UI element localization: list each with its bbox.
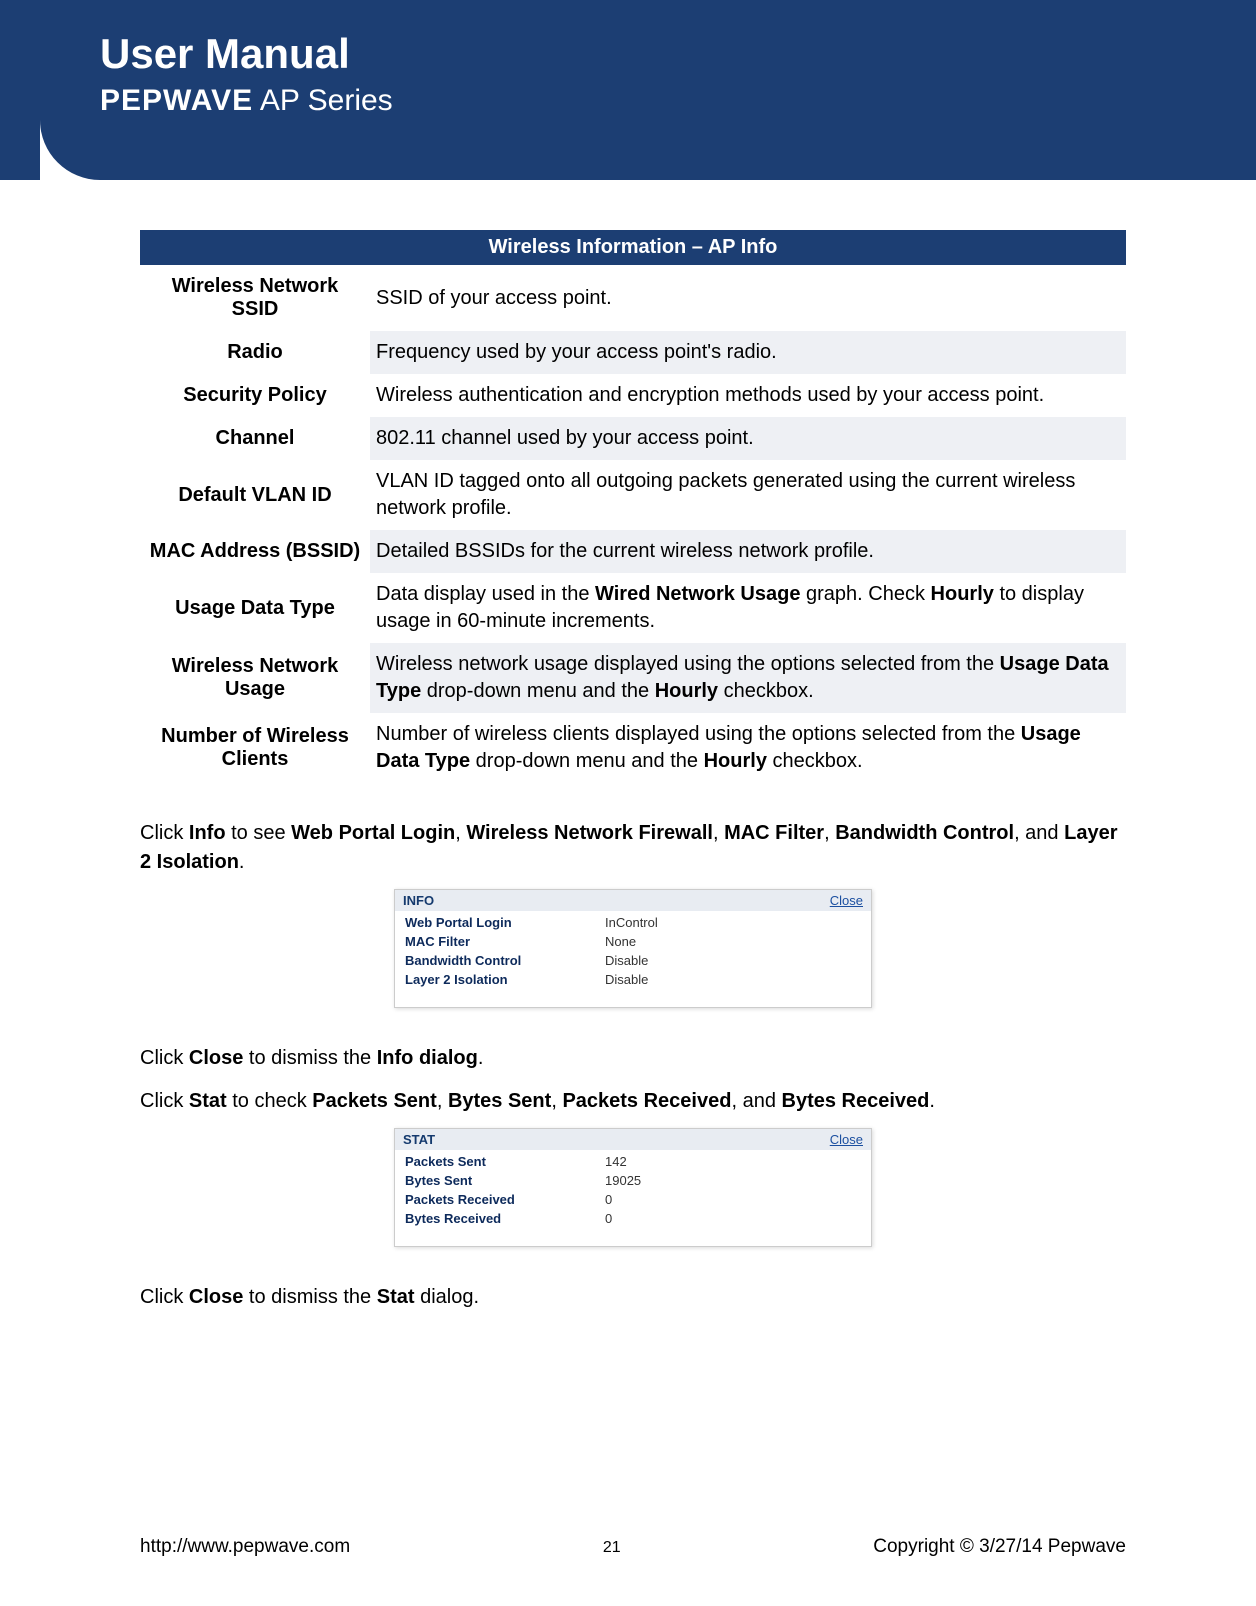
stat-dialog: STAT Close Packets Sent142Bytes Sent1902…: [394, 1128, 872, 1247]
row-label: Number of Wireless Clients: [140, 713, 370, 783]
paragraph-close-info: Click Close to dismiss the Info dialog.: [140, 1044, 1126, 1073]
table-row: Security PolicyWireless authentication a…: [140, 374, 1126, 417]
page-number: 21: [603, 1539, 621, 1557]
stat-dialog-body: Packets Sent142Bytes Sent19025Packets Re…: [395, 1150, 871, 1246]
paragraph-stat-intro: Click Stat to check Packets Sent, Bytes …: [140, 1087, 1126, 1116]
dialog-key: Packets Sent: [405, 1154, 605, 1169]
row-desc: Number of wireless clients displayed usi…: [370, 713, 1126, 783]
footer-copyright: Copyright © 3/27/14 Pepwave: [873, 1536, 1126, 1558]
dialog-row: Bandwidth ControlDisable: [395, 951, 871, 970]
dialog-key: Layer 2 Isolation: [405, 972, 605, 987]
table-row: Wireless Network UsageWireless network u…: [140, 643, 1126, 713]
dialog-key: Bytes Received: [405, 1211, 605, 1226]
dialog-value: 0: [605, 1192, 612, 1207]
row-label: Security Policy: [140, 374, 370, 417]
table-row: Usage Data TypeData display used in the …: [140, 573, 1126, 643]
brand-name: PEPWAVE: [100, 84, 253, 117]
dialog-value: 142: [605, 1154, 627, 1169]
row-desc: VLAN ID tagged onto all outgoing packets…: [370, 460, 1126, 530]
dialog-key: Bytes Sent: [405, 1173, 605, 1188]
row-label: Channel: [140, 417, 370, 460]
page-content: Wireless Information – AP Info Wireless …: [0, 180, 1256, 1312]
paragraph-info-intro: Click Info to see Web Portal Login, Wire…: [140, 819, 1126, 877]
row-label: Wireless Network SSID: [140, 265, 370, 331]
info-dialog-close-link[interactable]: Close: [830, 893, 863, 908]
dialog-row: Bytes Sent19025: [395, 1171, 871, 1190]
brand-line: PEPWAVE AP Series: [100, 84, 1256, 118]
row-label: Usage Data Type: [140, 573, 370, 643]
page-footer: http://www.pepwave.com 21 Copyright © 3/…: [0, 1536, 1256, 1558]
dialog-row: Packets Sent142: [395, 1152, 871, 1171]
info-dialog-body: Web Portal LoginInControlMAC FilterNoneB…: [395, 911, 871, 1007]
brand-series: AP Series: [253, 84, 393, 117]
row-desc: Data display used in the Wired Network U…: [370, 573, 1126, 643]
table-row: Channel802.11 channel used by your acces…: [140, 417, 1126, 460]
dialog-key: Packets Received: [405, 1192, 605, 1207]
dialog-key: Bandwidth Control: [405, 953, 605, 968]
row-desc: SSID of your access point.: [370, 265, 1126, 331]
table-row: Default VLAN IDVLAN ID tagged onto all o…: [140, 460, 1126, 530]
info-dialog: INFO Close Web Portal LoginInControlMAC …: [394, 889, 872, 1008]
row-label: MAC Address (BSSID): [140, 530, 370, 573]
dialog-row: MAC FilterNone: [395, 932, 871, 951]
stat-dialog-title: STAT: [403, 1132, 435, 1147]
dialog-row: Web Portal LoginInControl: [395, 913, 871, 932]
dialog-value: InControl: [605, 915, 658, 930]
row-label: Wireless Network Usage: [140, 643, 370, 713]
row-desc: 802.11 channel used by your access point…: [370, 417, 1126, 460]
table-row: Wireless Network SSIDSSID of your access…: [140, 265, 1126, 331]
table-row: RadioFrequency used by your access point…: [140, 331, 1126, 374]
dialog-value: Disable: [605, 953, 648, 968]
dialog-key: Web Portal Login: [405, 915, 605, 930]
dialog-key: MAC Filter: [405, 934, 605, 949]
row-desc: Wireless authentication and encryption m…: [370, 374, 1126, 417]
row-label: Radio: [140, 331, 370, 374]
ap-info-table: Wireless Information – AP Info Wireless …: [140, 230, 1126, 783]
dialog-row: Packets Received0: [395, 1190, 871, 1209]
table-row: Number of Wireless ClientsNumber of wire…: [140, 713, 1126, 783]
table-title: Wireless Information – AP Info: [140, 230, 1126, 265]
dialog-value: Disable: [605, 972, 648, 987]
table-row: MAC Address (BSSID)Detailed BSSIDs for t…: [140, 530, 1126, 573]
stat-dialog-close-link[interactable]: Close: [830, 1132, 863, 1147]
paragraph-close-stat: Click Close to dismiss the Stat dialog.: [140, 1283, 1126, 1312]
row-label: Default VLAN ID: [140, 460, 370, 530]
row-desc: Wireless network usage displayed using t…: [370, 643, 1126, 713]
info-dialog-title: INFO: [403, 893, 434, 908]
dialog-row: Bytes Received0: [395, 1209, 871, 1228]
dialog-row: Layer 2 IsolationDisable: [395, 970, 871, 989]
stat-dialog-header: STAT Close: [395, 1129, 871, 1150]
dialog-value: None: [605, 934, 636, 949]
dialog-value: 0: [605, 1211, 612, 1226]
manual-title: User Manual: [100, 30, 1256, 78]
row-desc: Detailed BSSIDs for the current wireless…: [370, 530, 1126, 573]
page-header: User Manual PEPWAVE AP Series: [40, 0, 1256, 180]
footer-url: http://www.pepwave.com: [140, 1536, 350, 1558]
dialog-value: 19025: [605, 1173, 641, 1188]
info-dialog-header: INFO Close: [395, 890, 871, 911]
row-desc: Frequency used by your access point's ra…: [370, 331, 1126, 374]
